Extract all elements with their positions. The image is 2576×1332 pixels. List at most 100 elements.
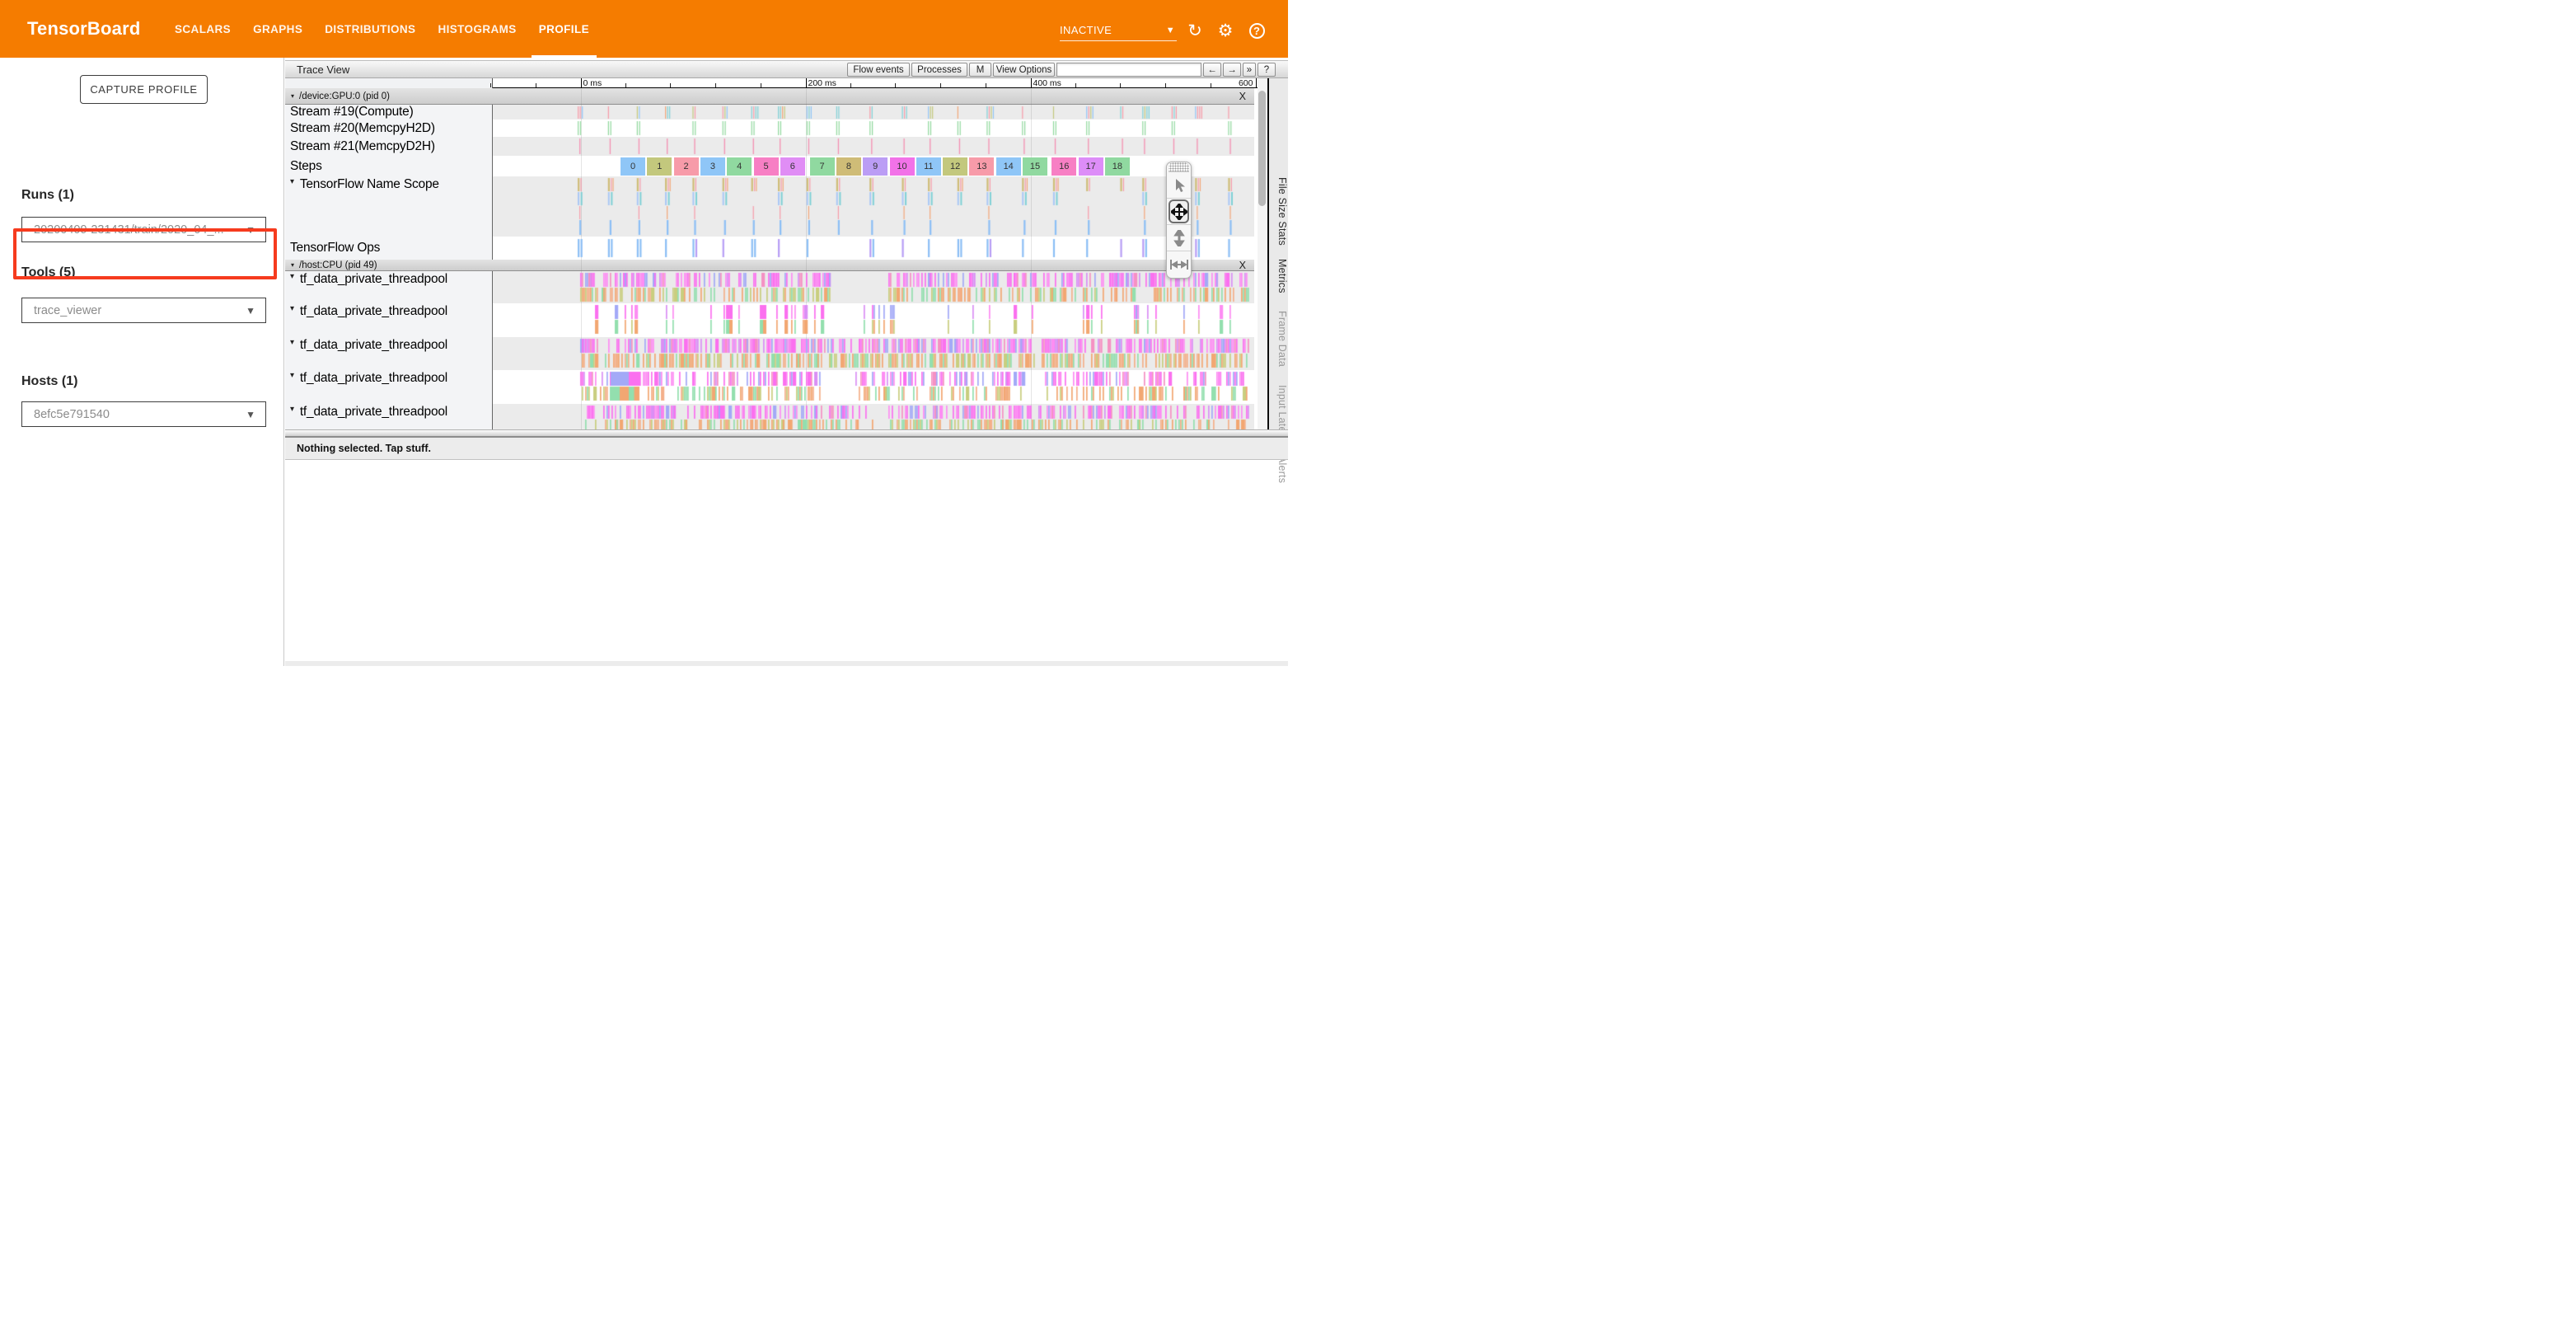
runs-select-value: 20200409-231431/train/2020_04_...: [34, 223, 224, 237]
ruler-minor-tick: [940, 83, 941, 87]
help-question-mark: ?: [1249, 23, 1265, 39]
timing-tool-icon[interactable]: [1167, 251, 1191, 278]
status-dropdown[interactable]: INACTIVE ▼: [1060, 20, 1177, 41]
nav-tab-graphs[interactable]: GRAPHS: [253, 0, 302, 58]
trace-search-input[interactable]: [1056, 63, 1201, 77]
nav-tab-profile[interactable]: PROFILE: [539, 0, 589, 58]
main-nav: SCALARS GRAPHS DISTRIBUTIONS HISTOGRAMS PROF…: [175, 0, 589, 58]
vertical-scrollbar[interactable]: [1258, 78, 1267, 429]
dropdown-caret-icon: ▼: [1166, 26, 1175, 35]
refresh-icon[interactable]: ↻: [1184, 20, 1206, 41]
tools-select[interactable]: trace_viewer ▼: [21, 298, 266, 323]
side-tab-metrics[interactable]: Metrics: [1269, 259, 1288, 293]
nav-tab-scalars[interactable]: SCALARS: [175, 0, 231, 58]
step-block-12[interactable]: 12: [943, 157, 967, 176]
side-tab-frame-data[interactable]: Frame Data: [1269, 311, 1288, 367]
vertical-scrollbar-thumb[interactable]: [1258, 91, 1266, 206]
pan-left-button[interactable]: ←: [1203, 63, 1221, 77]
ruler-tick-label: 400 ms: [1033, 78, 1061, 88]
ruler-minor-tick: [670, 83, 671, 87]
step-block-18[interactable]: 18: [1105, 157, 1130, 176]
step-block-9[interactable]: 9: [863, 157, 888, 176]
toolbar-button-m[interactable]: M: [969, 63, 991, 77]
runs-label: Runs (1): [21, 188, 74, 203]
pan-right-button[interactable]: →: [1223, 63, 1241, 77]
pan-tool-icon[interactable]: [1167, 199, 1191, 225]
details-status-text: Nothing selected. Tap stuff.: [297, 443, 431, 454]
status-label: INACTIVE: [1060, 24, 1112, 36]
section-header-gpu-label: /device:GPU:0 (pid 0): [299, 91, 390, 101]
settings-gear-icon[interactable]: ⚙: [1215, 20, 1236, 41]
step-block-16[interactable]: 16: [1051, 157, 1076, 176]
trace-help-button[interactable]: ?: [1258, 63, 1276, 77]
timeline-ruler[interactable]: 0 ms200 ms400 ms600: [493, 78, 1258, 88]
step-block-13[interactable]: 13: [969, 157, 994, 176]
row-threadpool-5-label[interactable]: ▾tf_data_private_threadpool: [285, 404, 493, 429]
toolbar-button-view-options[interactable]: View Options: [993, 63, 1055, 77]
row-steps-label[interactable]: Steps: [285, 156, 493, 176]
row-stream-21-label[interactable]: Stream #21(MemcpyD2H): [285, 137, 493, 156]
sidebar: CAPTURE PROFILE Runs (1) 20200409-231431…: [0, 58, 284, 666]
ruler-major-tick: [806, 78, 807, 88]
step-block-10[interactable]: 10: [890, 157, 915, 176]
row-label-text: Stream #20(MemcpyH2D): [290, 121, 435, 136]
ruler-tick-label: 200 ms: [808, 78, 836, 88]
trace-events-canvas[interactable]: [493, 88, 1254, 429]
row-stream-19-label[interactable]: Stream #19(Compute): [285, 105, 493, 120]
row-label-text: Stream #19(Compute): [290, 105, 414, 120]
ruler-minor-tick: [1075, 83, 1076, 87]
step-block-14[interactable]: 14: [996, 157, 1021, 176]
row-stream-20-label[interactable]: Stream #20(MemcpyH2D): [285, 120, 493, 137]
step-block-17[interactable]: 17: [1079, 157, 1103, 176]
step-block-7[interactable]: 7: [810, 157, 835, 176]
hosts-label: Hosts (1): [21, 374, 77, 389]
zoom-tool-icon[interactable]: [1167, 225, 1191, 251]
step-block-6[interactable]: 6: [780, 157, 805, 176]
ruler-major-tick: [1031, 78, 1032, 88]
row-threadpool-1-label[interactable]: ▾tf_data_private_threadpool: [285, 271, 493, 303]
help-icon[interactable]: ?: [1246, 20, 1267, 41]
side-tab-file-size-stats[interactable]: File Size Stats: [1269, 177, 1288, 246]
row-threadpool-2-label[interactable]: ▾ tf_data_private_threadpool: [285, 303, 493, 337]
row-label-text: TensorFlow Ops: [290, 241, 380, 256]
step-block-8[interactable]: 8: [836, 157, 861, 176]
step-block-11[interactable]: 11: [916, 157, 941, 176]
step-block-5[interactable]: 5: [754, 157, 779, 176]
toolbar-button-processes[interactable]: Processes: [911, 63, 967, 77]
row-threadpool-4-label[interactable]: ▾ tf_data_private_threadpool: [285, 370, 493, 404]
collapse-triangle-icon: ▾: [290, 272, 294, 281]
hosts-select-value: 8efc5e791540: [34, 408, 110, 421]
row-label-text: tf_data_private_threadpool: [300, 304, 447, 319]
step-block-4[interactable]: 4: [727, 157, 752, 176]
tools-select-value: trace_viewer: [34, 304, 101, 317]
step-block-0[interactable]: 0: [621, 157, 645, 176]
step-block-15[interactable]: 15: [1023, 157, 1047, 176]
runs-select[interactable]: 20200409-231431/train/2020_04_... ▼: [21, 217, 266, 242]
step-block-1[interactable]: 1: [647, 157, 672, 176]
toolbar-button-flow-events[interactable]: Flow events: [847, 63, 910, 77]
step-block-3[interactable]: 3: [700, 157, 725, 176]
nav-tab-histograms[interactable]: HISTOGRAMS: [438, 0, 516, 58]
row-tf-ops-label[interactable]: TensorFlow Ops: [285, 237, 493, 260]
bottom-strip: [285, 661, 1288, 666]
collapse-triangle-icon: ▾: [290, 405, 294, 414]
more-button[interactable]: »: [1243, 63, 1256, 77]
row-threadpool-3-label[interactable]: ▾tf_data_private_threadpool: [285, 337, 493, 370]
ruler-minor-tick: [1120, 83, 1121, 87]
details-splitter[interactable]: [285, 429, 1288, 438]
trace-view-toolbar: Trace View Flow eventsProcessesMView Opt…: [285, 60, 1288, 78]
row-label-text: tf_data_private_threadpool: [300, 338, 447, 353]
ruler-major-tick: [1256, 78, 1257, 88]
drag-handle[interactable]: [1169, 162, 1189, 172]
ruler-minor-tick: [1165, 83, 1166, 87]
row-tf-name-scope-label[interactable]: ▾TensorFlow Name Scope: [285, 176, 493, 237]
collapse-triangle-icon: ▾: [290, 371, 294, 380]
nav-tab-distributions[interactable]: DISTRIBUTIONS: [325, 0, 415, 58]
capture-profile-button[interactable]: CAPTURE PROFILE: [80, 75, 208, 104]
hosts-select[interactable]: 8efc5e791540 ▼: [21, 401, 266, 427]
row-label-text: tf_data_private_threadpool: [300, 371, 447, 386]
select-tool-icon[interactable]: [1167, 172, 1191, 199]
step-block-2[interactable]: 2: [674, 157, 699, 176]
collapse-triangle-icon: ▾: [290, 304, 294, 313]
dropdown-caret-icon: ▼: [246, 224, 255, 236]
